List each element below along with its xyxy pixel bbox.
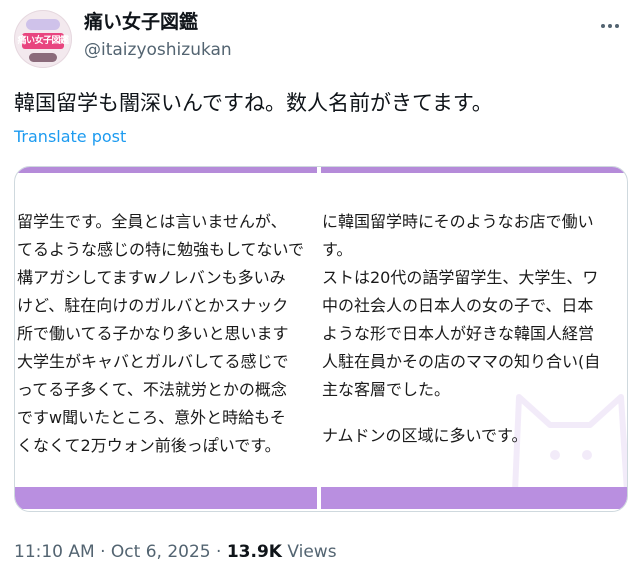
author-handle[interactable]: @itaizyoshizukan xyxy=(84,39,232,61)
avatar-figure xyxy=(29,53,57,62)
views-count[interactable]: 13.9K xyxy=(227,542,282,562)
views-label: Views xyxy=(287,542,337,562)
translate-post-link[interactable]: Translate post xyxy=(14,126,126,148)
image-text-line: ってる子多くて、不法就労とかの概念 xyxy=(17,380,287,399)
image-text-line: 人駐在員かその店のママの知り合い(自 xyxy=(322,352,601,371)
image-text-line: 留学生です。全員とは言いませんが、 xyxy=(17,212,287,231)
image-text-line: す。 xyxy=(322,240,353,259)
post-date[interactable]: Oct 6, 2025 xyxy=(111,542,211,562)
image-text-line: 所で働いてる子かなり多いと思います xyxy=(17,324,289,343)
image-top-band xyxy=(15,167,627,173)
image-text-line: ような形で日本人が好きな韓国人経営 xyxy=(322,324,595,343)
image-text-line: に韓国留学時にそのようなお店で働い xyxy=(322,212,594,231)
meta-separator: · xyxy=(216,542,222,562)
image-text-line: てるような感じの特に勉強もしてないで xyxy=(17,240,305,259)
post-media-image[interactable]: 留学生です。全員とは言いませんが、 てるような感じの特に勉強もしてないで 構アガ… xyxy=(14,166,628,512)
meta-separator: · xyxy=(100,542,106,562)
more-horizontal-icon xyxy=(601,24,605,28)
image-bottom-band xyxy=(15,487,627,509)
more-options-button[interactable] xyxy=(596,16,624,36)
image-text-line: 中の社会人の日本人の女の子で、日本 xyxy=(322,296,594,315)
post-text: 韓国留学も闇深いんですね。数人名前がきてます。 xyxy=(14,91,493,115)
avatar[interactable]: 痛い女子図鑑 xyxy=(14,10,72,68)
avatar-logo-text: 痛い女子図鑑 xyxy=(17,36,69,46)
image-text-line: けど、駐在向けのガルバとかスナック xyxy=(17,296,289,315)
author-display-name[interactable]: 痛い女子図鑑 xyxy=(84,9,198,35)
image-text-line: ストは20代の語学留学生、大学生、ワ xyxy=(322,268,599,287)
image-divider xyxy=(317,167,321,511)
image-text-line: ですw聞いたところ、意外と時給もそ xyxy=(17,408,286,427)
image-text-line: 構アガシしてますwノレバンも多いみ xyxy=(17,268,286,287)
image-text-line: ナムドンの区域に多いです。 xyxy=(322,426,528,445)
post-time[interactable]: 11:10 AM xyxy=(14,542,95,562)
avatar-decoration xyxy=(26,19,60,30)
image-text-line: 主な客層でした。 xyxy=(322,380,451,399)
more-horizontal-icon xyxy=(615,24,619,28)
image-text-line: 大学生がキャバとガルバしてる感じで xyxy=(17,352,289,371)
image-text-line: くなくて2万ウォン前後っぽいです。 xyxy=(17,436,281,455)
more-horizontal-icon xyxy=(608,24,612,28)
post-meta: 11:10 AM · Oct 6, 2025 · 13.9K Views xyxy=(14,540,337,564)
